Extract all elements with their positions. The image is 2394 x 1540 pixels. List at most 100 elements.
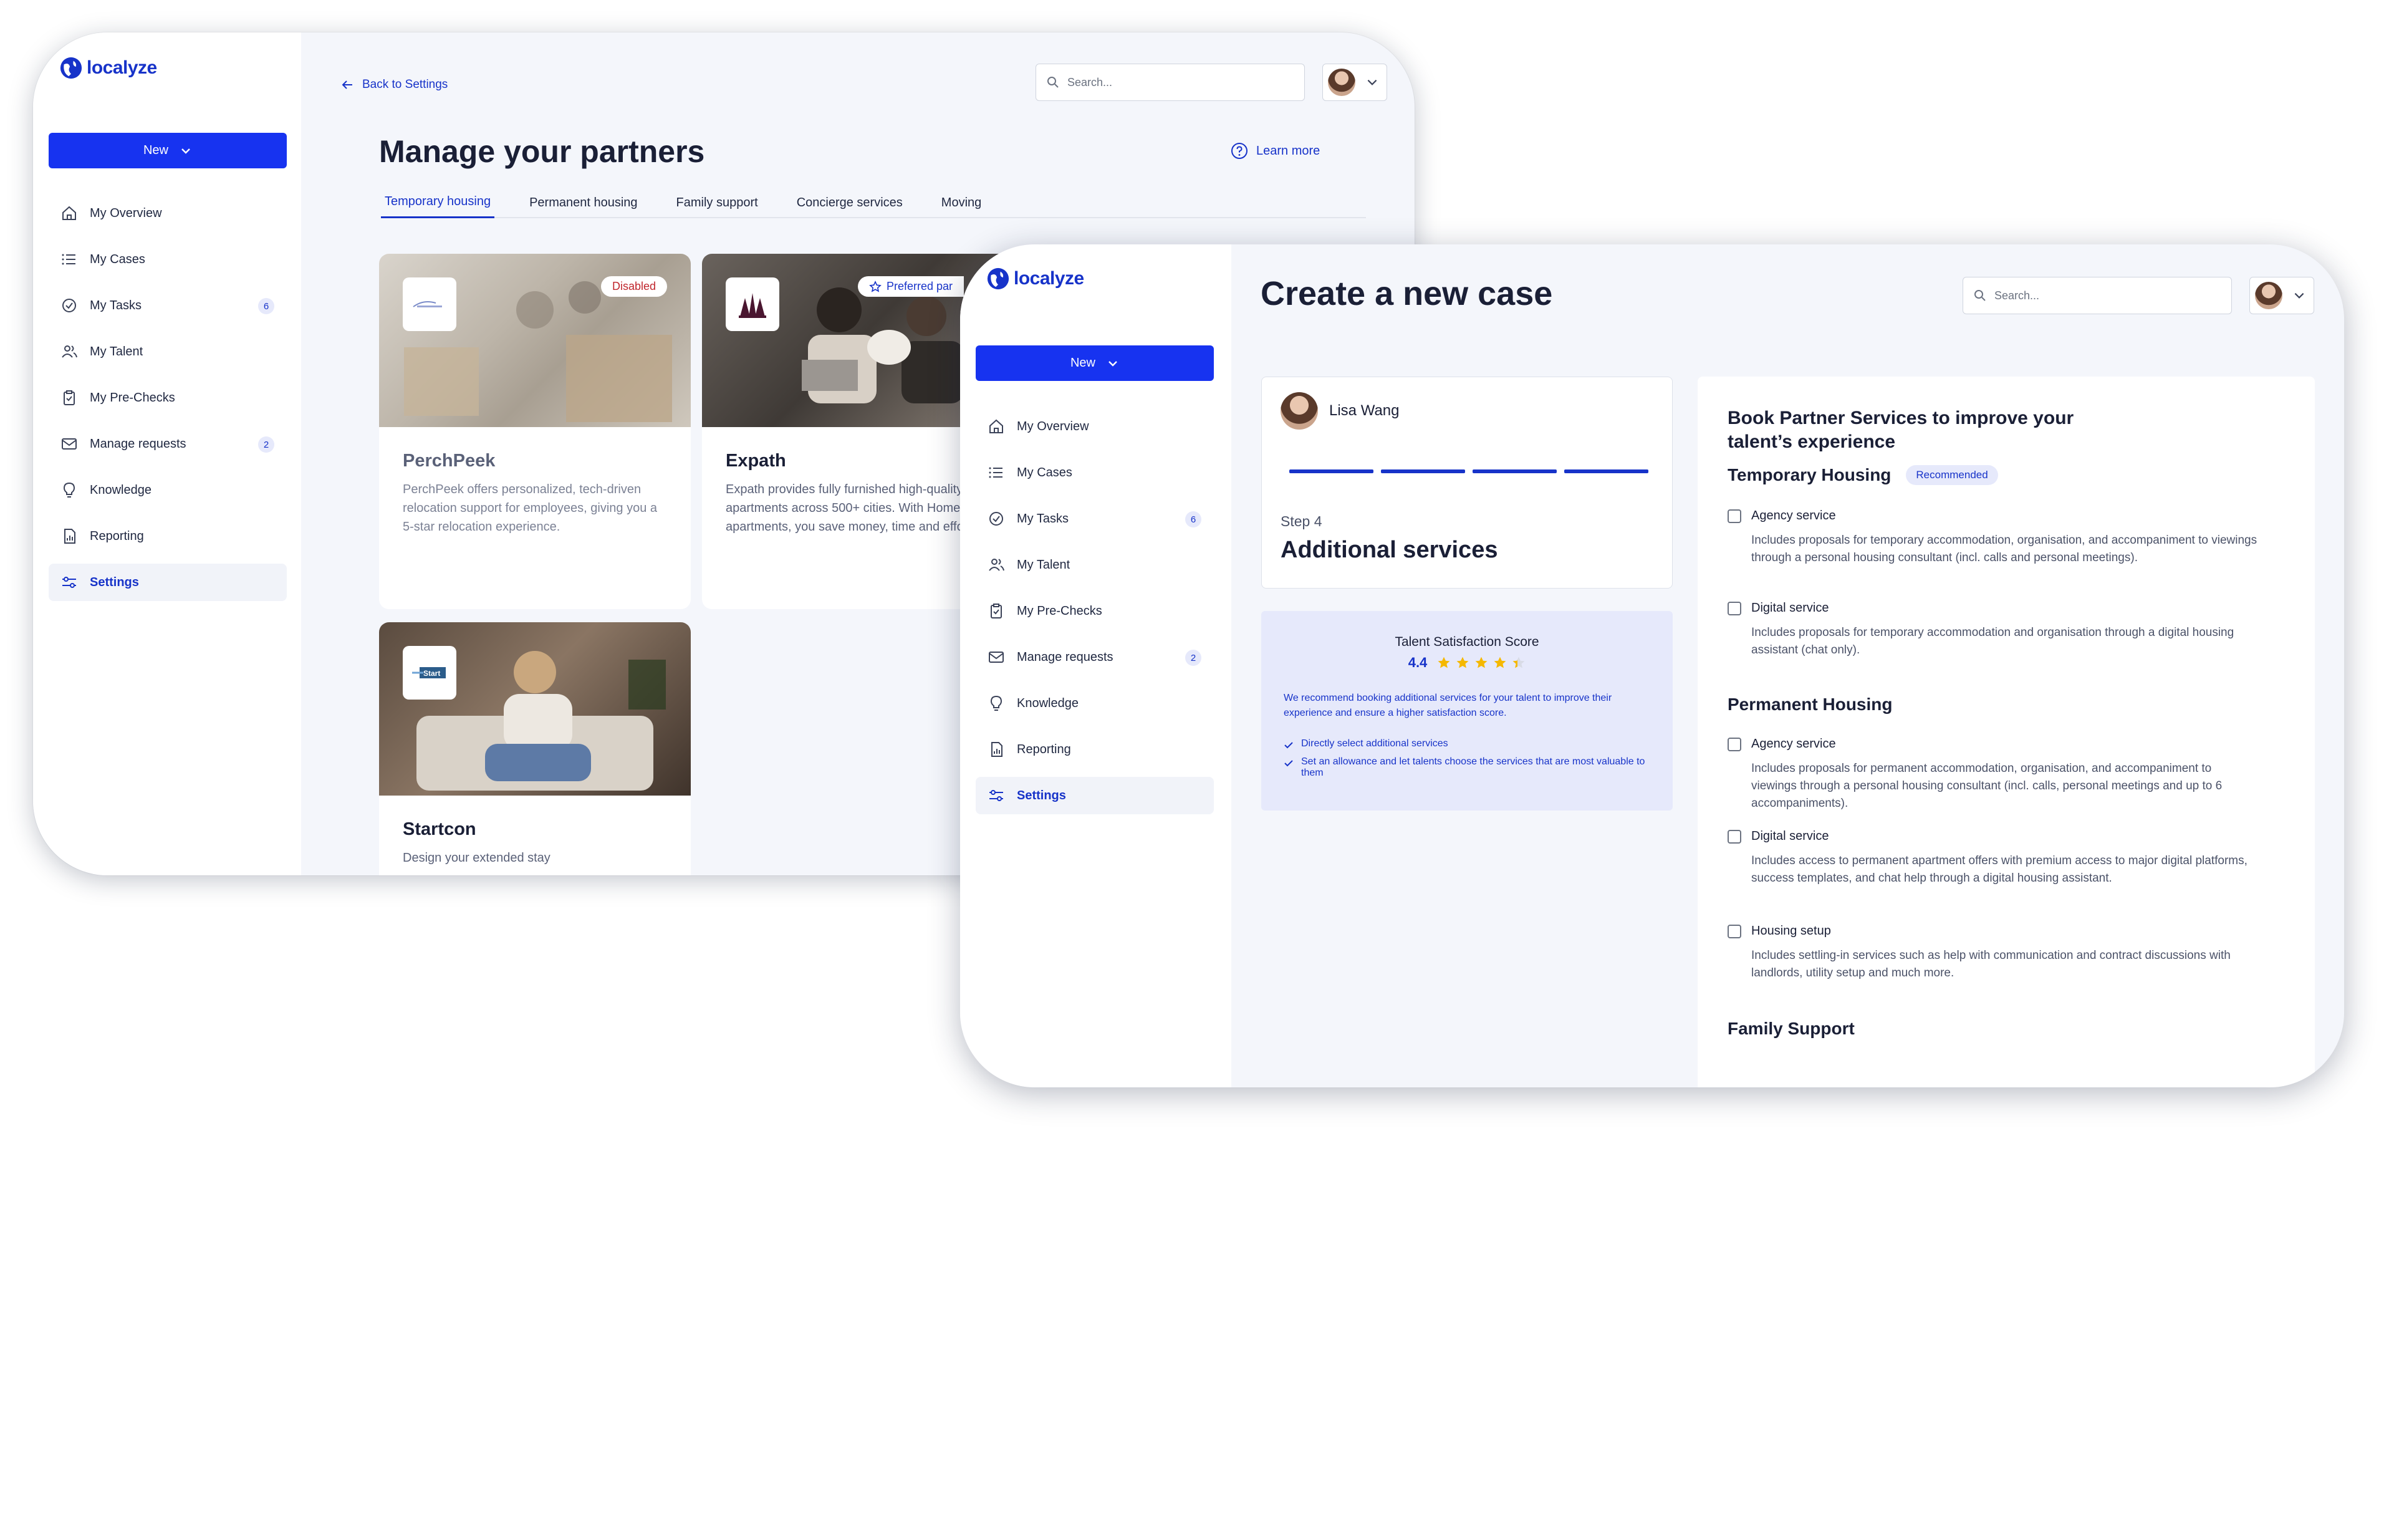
score-rating: 4.4 [1261,655,1673,671]
checkbox[interactable] [1728,924,1741,938]
avatar [1328,69,1355,96]
check-circle-icon [62,299,76,312]
sidebar-item-my-talent[interactable]: My Talent [49,333,287,370]
lightbulb-icon [63,482,75,498]
progress-segment [1289,469,1373,473]
partner-image: Disabled [379,254,691,427]
sidebar-item-my-tasks[interactable]: My Tasks 6 [976,500,1214,537]
sidebar-item-label: Settings [90,575,139,589]
partner-image: Start [379,622,691,796]
star-icon [1475,657,1488,668]
arrow-left-icon [342,80,352,89]
partner-card-perchpeek[interactable]: Disabled PerchPeek PerchPeek offers pers… [379,254,691,609]
tab-temporary-housing[interactable]: Temporary housing [381,187,495,218]
sidebar-item-label: Reporting [90,529,144,543]
partner-name: PerchPeek [403,451,496,471]
sidebar-item-settings[interactable]: Settings [49,564,287,601]
search-input[interactable]: Search... [1963,277,2232,314]
sidebar-item-label: My Cases [90,252,145,266]
progress-segment [1381,469,1465,473]
sidebar-item-label: My Pre-Checks [90,390,175,405]
progress-segment [1564,469,1648,473]
sidebar-item-my-pre-checks[interactable]: My Pre-Checks [49,379,287,416]
sidebar-item-my-overview[interactable]: My Overview [49,195,287,232]
checkbox[interactable] [1728,509,1741,523]
sidebar-item-my-overview[interactable]: My Overview [976,408,1214,445]
new-button[interactable]: New [976,345,1214,381]
check-circle-icon [989,512,1003,526]
tasks-count-badge: 6 [258,298,274,314]
option-perm-housing-setup: Housing setup Includes settling-in servi… [1728,924,2257,982]
option-description: Includes proposals for temporary accommo… [1751,626,2234,657]
sidebar: localyze New My Overview My Cases My Tas… [960,244,1231,1087]
tab-concierge-services[interactable]: Concierge services [793,187,906,218]
section-family-support: Family Support [1728,1019,1855,1039]
chevron-down-icon [181,148,190,154]
sidebar-item-my-cases[interactable]: My Cases [49,241,287,278]
partner-card-startcon[interactable]: Start Startcon Design your extended stay [379,622,691,875]
tab-permanent-housing[interactable]: Permanent housing [526,187,641,218]
sidebar-item-my-tasks[interactable]: My Tasks 6 [49,287,287,324]
sidebar-item-label: My Overview [1017,419,1089,433]
sidebar-item-my-talent[interactable]: My Talent [976,546,1214,584]
logo[interactable]: localyze [986,267,1084,291]
sidebar-item-settings[interactable]: Settings [976,777,1214,814]
clipboard-icon [991,604,1002,618]
sidebar-item-my-cases[interactable]: My Cases [976,454,1214,491]
search-icon [1974,290,1986,301]
option-label: Housing setup [1751,924,1831,938]
sidebar-item-label: Reporting [1017,742,1071,756]
disabled-badge: Disabled [600,276,667,297]
list-icon [989,467,1002,478]
search-input[interactable]: Search... [1036,64,1305,101]
sidebar-item-knowledge[interactable]: Knowledge [49,471,287,509]
score-value: 4.4 [1408,655,1428,670]
option-description: Includes settling-in services such as he… [1751,949,2231,979]
section-permanent-housing: Permanent Housing [1728,695,1892,715]
option-label-row[interactable]: Digital service [1728,829,2257,844]
option-label-row[interactable]: Digital service [1728,601,2257,615]
user-menu[interactable] [2249,277,2314,314]
sidebar-item-reporting[interactable]: Reporting [976,731,1214,768]
checklist-item: Directly select additional services [1284,738,1650,750]
learn-more-link[interactable]: Learn more [1230,142,1320,160]
search-icon [1047,77,1059,88]
tab-family-support[interactable]: Family support [673,187,762,218]
sidebar-nav: My Overview My Cases My Tasks 6 My Talen… [49,195,287,610]
user-menu[interactable] [1322,64,1387,101]
option-label: Digital service [1751,601,1829,615]
sidebar-item-label: My Talent [90,344,143,359]
sidebar-item-manage-requests[interactable]: Manage requests 2 [976,638,1214,676]
sidebar-item-knowledge[interactable]: Knowledge [976,685,1214,722]
tab-moving[interactable]: Moving [938,187,985,218]
option-perm-digital: Digital service Includes access to perma… [1728,829,2257,887]
sidebar-item-manage-requests[interactable]: Manage requests 2 [49,425,287,463]
chevron-down-icon [2294,292,2304,299]
sidebar-item-label: My Overview [90,206,162,220]
partner-name: Expath [726,451,786,471]
requests-count-badge: 2 [258,436,274,453]
checkbox[interactable] [1728,829,1741,844]
sidebar-item-label: My Tasks [90,298,142,312]
sidebar-item-reporting[interactable]: Reporting [49,517,287,555]
sidebar-item-my-pre-checks[interactable]: My Pre-Checks [976,592,1214,630]
checkbox[interactable] [1728,737,1741,751]
sidebar-item-label: Settings [1017,788,1066,802]
back-to-settings-link[interactable]: Back to Settings [340,77,448,92]
recommended-badge: Recommended [1906,465,1998,485]
option-label: Digital service [1751,829,1829,843]
globe-logo-icon [60,57,82,79]
list-icon [62,254,75,265]
option-description: Includes proposals for permanent accommo… [1751,762,2223,810]
report-icon [991,742,1002,757]
option-label-row[interactable]: Housing setup [1728,924,2257,938]
mail-icon [62,438,77,450]
new-button[interactable]: New [49,133,287,168]
page-title: Manage your partners [379,134,705,169]
preferred-partner-badge: Preferred par [858,276,964,297]
checkbox[interactable] [1728,601,1741,615]
option-label-row[interactable]: Agency service [1728,737,2257,751]
option-label-row[interactable]: Agency service [1728,509,2257,523]
logo-text: localyze [87,57,157,78]
logo[interactable]: localyze [59,56,157,80]
